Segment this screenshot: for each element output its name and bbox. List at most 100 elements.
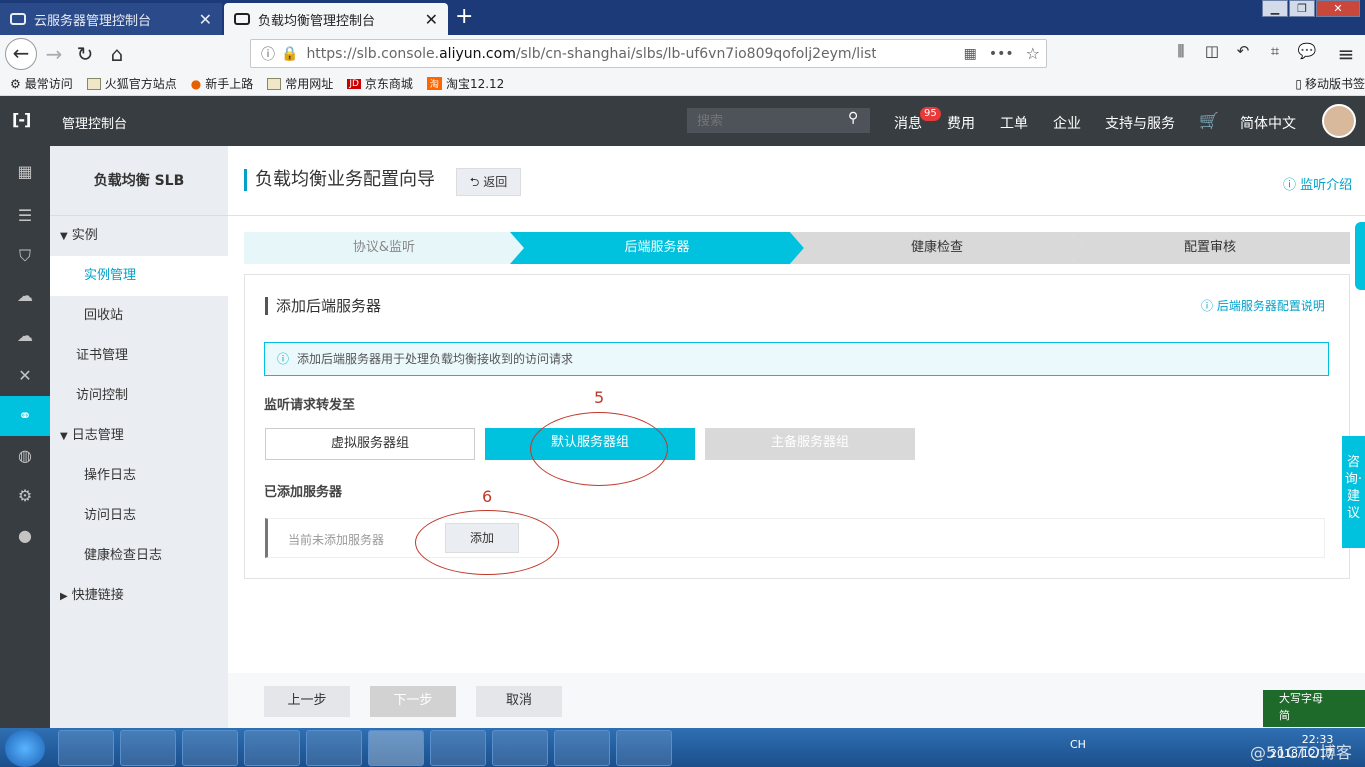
clock[interactable]: 22:33 2018/12/17 [1270, 733, 1333, 761]
home-icon[interactable]: ⌂ [104, 42, 130, 66]
sidebar-icon[interactable]: ◫ [1199, 42, 1225, 60]
ie-icon[interactable] [120, 730, 176, 766]
cancel-button[interactable]: 取消 [476, 686, 562, 717]
annotation-circle [415, 510, 559, 575]
nav-tickets[interactable]: 工单 [1000, 113, 1028, 133]
sidebar-item-recycle[interactable]: 回收站 [50, 296, 228, 336]
firefox-icon: ● [190, 76, 202, 91]
new-tab-icon[interactable]: + [455, 4, 473, 29]
grid-icon[interactable]: ▦ [0, 152, 50, 192]
shield-icon[interactable]: ⛉ [0, 236, 50, 276]
cloud-upload-icon[interactable]: ☁ [0, 316, 50, 356]
backend-help-link[interactable]: ⓘ 后端服务器配置说明 [1201, 297, 1325, 314]
nav-billing[interactable]: 费用 [947, 113, 975, 133]
vserver-group-button[interactable]: 虚拟服务器组 [265, 428, 475, 460]
bookmark-mobile[interactable]: ▯ 移动版书签 [1295, 75, 1365, 92]
browser-360-icon[interactable] [182, 730, 238, 766]
sidebar-item-access-control[interactable]: 访问控制 [50, 376, 228, 416]
minimize-icon[interactable]: ▁ [1262, 0, 1288, 17]
url-bar[interactable]: ⓘ 🔒 https://slb.console. aliyun.com/slb/c… [250, 39, 1047, 68]
sidebar-item-access-log[interactable]: 访问日志 [50, 496, 228, 536]
ime-toolbar[interactable]: 大写字母简 [1263, 690, 1365, 727]
next-step-button[interactable]: 下一步 [370, 686, 456, 717]
cloud-icon[interactable]: ☁ [0, 276, 50, 316]
notes-icon[interactable] [554, 730, 610, 766]
sidebar-group-shortcuts[interactable]: ▶ 快捷链接 [50, 576, 228, 616]
forward-label: 监听请求转发至 [264, 398, 356, 413]
chat-icon[interactable]: 💬 [1294, 42, 1320, 60]
sidebar-item-operation-log[interactable]: 操作日志 [50, 456, 228, 496]
library-icon[interactable]: ⫼ [1168, 42, 1194, 60]
qr-code-icon[interactable]: ▦ [964, 46, 977, 62]
star-icon[interactable]: ☆ [1026, 44, 1040, 63]
undo-icon[interactable]: ↶ [1230, 42, 1256, 60]
cross-icon[interactable]: ✕ [0, 356, 50, 396]
circle-icon[interactable]: ● [0, 516, 50, 556]
folder-taskbar-icon[interactable] [430, 730, 486, 766]
gear-icon: ⚙ [10, 76, 21, 91]
color-app-icon[interactable] [58, 730, 114, 766]
search-input[interactable] [687, 108, 870, 133]
listener-help-link[interactable]: ⓘ 监听介绍 [1283, 174, 1352, 193]
media-player-icon[interactable] [306, 730, 362, 766]
search-icon[interactable]: ⚲ [848, 110, 858, 126]
language-switch[interactable]: 简体中文 [1240, 113, 1296, 133]
gear-icon[interactable]: ⚙ [0, 476, 50, 516]
globe-icon[interactable]: ◍ [0, 436, 50, 476]
bookmark-firefox[interactable]: 火狐官方站点 [86, 75, 177, 92]
step-backend: 后端服务器 [510, 232, 804, 264]
step-review: 配置审核 [1070, 232, 1350, 264]
nav-enterprise[interactable]: 企业 [1053, 113, 1081, 133]
bookmark-common[interactable]: 常用网址 [267, 75, 333, 92]
slb-icon[interactable]: ⚭ [0, 396, 50, 436]
cart-icon[interactable]: 🛒 [1199, 111, 1219, 130]
control-panel-icon[interactable] [492, 730, 548, 766]
firefox-taskbar-icon[interactable] [368, 730, 424, 766]
list-icon[interactable]: ☰ [0, 196, 50, 236]
word-icon[interactable] [616, 730, 672, 766]
side-handle[interactable] [1355, 222, 1365, 290]
phone-icon: ▯ [1295, 76, 1302, 91]
message-count-badge: 95 [920, 107, 941, 121]
feedback-button[interactable]: 咨询·建议 [1342, 436, 1365, 548]
sidebar-group-instances[interactable]: ▼ 实例 [50, 216, 228, 256]
bookmark-getting-started[interactable]: ● 新手上路 [191, 75, 254, 92]
info-icon[interactable]: ⓘ [261, 44, 275, 64]
annotation-number: 6 [482, 487, 493, 506]
sidebar-item-health-log[interactable]: 健康检查日志 [50, 536, 228, 576]
info-icon: ⓘ [277, 352, 290, 366]
window-close-icon[interactable]: ✕ [1316, 0, 1360, 17]
nav-messages[interactable]: 消息 [894, 113, 922, 133]
iqiyi-icon[interactable] [244, 730, 300, 766]
prev-step-button[interactable]: 上一步 [264, 686, 350, 717]
nav-support[interactable]: 支持与服务 [1105, 113, 1175, 133]
sidebar-item-instance-manage[interactable]: 实例管理 [50, 256, 228, 296]
screenshot-icon[interactable]: ⌗ [1262, 42, 1288, 60]
console-favicon-icon: . [10, 13, 26, 25]
back-arrow-icon[interactable]: ← [5, 38, 37, 70]
bookmark-taobao[interactable]: 淘淘宝12.12 [426, 75, 504, 92]
console-title[interactable]: 管理控制台 [62, 113, 127, 132]
close-icon[interactable]: ✕ [199, 10, 212, 29]
system-tray-lang[interactable]: CH [1070, 738, 1086, 751]
return-button[interactable]: ⮌ 返回 [456, 168, 521, 196]
reload-icon[interactable]: ↻ [72, 42, 98, 66]
forward-arrow-icon[interactable]: → [41, 42, 67, 66]
bookmark-most-visited[interactable]: ⚙ 最常访问 [10, 75, 73, 92]
bookmark-jd[interactable]: JD 京东商城 [347, 75, 413, 92]
sidebar-group-logs[interactable]: ▼ 日志管理 [50, 416, 228, 456]
avatar[interactable] [1322, 104, 1356, 138]
browser-tab-ecs[interactable]: . 云服务器管理控制台 ✕ [0, 3, 222, 35]
windows-start-icon[interactable] [5, 730, 45, 767]
browser-tab-slb[interactable]: . 负载均衡管理控制台 ✕ [224, 3, 448, 35]
more-icon[interactable]: ••• [989, 46, 1014, 62]
menu-icon[interactable]: ≡ [1333, 42, 1359, 66]
maximize-icon[interactable]: ❐ [1289, 0, 1315, 17]
close-icon[interactable]: ✕ [425, 10, 438, 29]
sidebar-item-certificates[interactable]: 证书管理 [50, 336, 228, 376]
ime-caps: 大写字母 [1279, 692, 1323, 705]
clock-time: 22:33 [1301, 733, 1334, 746]
aliyun-logo[interactable]: [-] [12, 110, 31, 129]
tab-label: 云服务器管理控制台 [34, 13, 152, 29]
master-slave-group-button[interactable]: 主备服务器组 [705, 428, 915, 460]
